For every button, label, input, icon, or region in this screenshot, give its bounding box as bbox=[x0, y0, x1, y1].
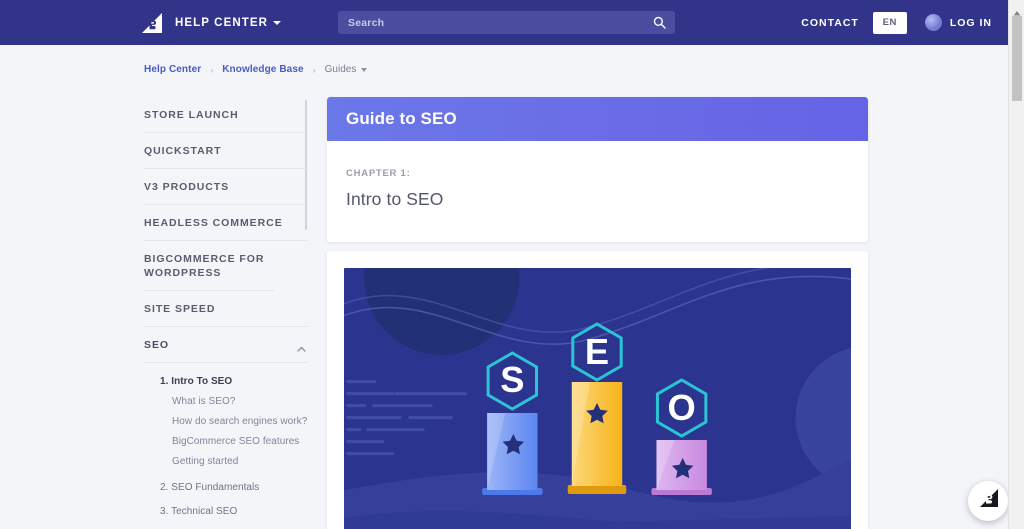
caret-down-icon[interactable] bbox=[273, 20, 282, 25]
sidebar-item-seo[interactable]: SEO bbox=[144, 327, 308, 363]
nav-right-group: CONTACT EN LOG IN bbox=[801, 0, 992, 45]
svg-text:O: O bbox=[668, 387, 696, 428]
page-scrollbar[interactable] bbox=[1008, 0, 1024, 529]
scrollbar-thumb[interactable] bbox=[1012, 16, 1022, 101]
user-avatar-icon[interactable] bbox=[924, 14, 942, 31]
sidebar-subitem-what-is-seo[interactable]: What is SEO? bbox=[144, 392, 308, 412]
sidebar-item-v3-products[interactable]: V3 PRODUCTS bbox=[144, 169, 308, 205]
sidebar-subitem-intro-to-seo[interactable]: 1. Intro To SEO bbox=[144, 372, 308, 392]
illustration-card: S E O bbox=[327, 251, 868, 529]
sidebar-subitem-technical-seo[interactable]: 3. Technical SEO bbox=[144, 498, 308, 517]
chapter-title: Intro to SEO bbox=[346, 189, 444, 209]
login-link[interactable]: LOG IN bbox=[950, 17, 992, 29]
caret-down-icon[interactable] bbox=[361, 67, 368, 72]
breadcrumb-item-knowledge-base[interactable]: Knowledge Base bbox=[222, 64, 303, 75]
sidebar-seo-subnav: 1. Intro To SEO What is SEO? How do sear… bbox=[144, 363, 308, 517]
brand-title: HELP CENTER bbox=[175, 16, 269, 29]
contact-link[interactable]: CONTACT bbox=[801, 17, 859, 29]
search-input[interactable]: Search bbox=[338, 11, 675, 34]
search-placeholder: Search bbox=[348, 16, 385, 29]
sidebar-navigation: STORE LAUNCH QUICKSTART V3 PRODUCTS HEAD… bbox=[144, 97, 308, 517]
breadcrumb-item-help-center[interactable]: Help Center bbox=[144, 64, 201, 75]
breadcrumb: Help Center › Knowledge Base › Guides bbox=[144, 64, 368, 75]
sidebar-item-store-launch[interactable]: STORE LAUNCH bbox=[144, 97, 308, 133]
chevron-up-icon[interactable] bbox=[297, 342, 306, 352]
svg-text:S: S bbox=[500, 359, 524, 400]
sidebar-item-seo-label: SEO bbox=[144, 339, 170, 351]
sidebar-item-quickstart[interactable]: QUICKSTART bbox=[144, 133, 308, 169]
chapter-label: CHAPTER 1: bbox=[346, 168, 411, 179]
bigcommerce-b-logo-icon bbox=[971, 481, 1005, 521]
page-title: Guide to SEO bbox=[346, 109, 457, 128]
svg-text:E: E bbox=[585, 331, 609, 372]
top-navigation-bar: HELP CENTER Search CONTACT EN LOG IN bbox=[0, 0, 1008, 45]
sidebar-subitem-seo-fundamentals[interactable]: 2. SEO Fundamentals bbox=[144, 472, 308, 498]
language-selector[interactable]: EN bbox=[872, 11, 907, 34]
search-icon[interactable] bbox=[653, 16, 666, 29]
sidebar-item-headless-commerce[interactable]: HEADLESS COMMERCE bbox=[144, 205, 308, 241]
sidebar-item-site-speed[interactable]: SITE SPEED bbox=[144, 291, 308, 327]
sidebar-subitem-getting-started[interactable]: Getting started bbox=[144, 452, 308, 472]
guide-title-bar: Guide to SEO bbox=[327, 97, 868, 141]
breadcrumb-item-guides[interactable]: Guides bbox=[325, 64, 357, 75]
brand-logo-link[interactable]: HELP CENTER bbox=[140, 12, 282, 34]
breadcrumb-separator: › bbox=[210, 64, 214, 75]
sidebar-item-bigcommerce-for-wordpress[interactable]: BIGCOMMERCE FOR WORDPRESS bbox=[144, 241, 274, 291]
scroll-up-arrow-icon[interactable] bbox=[1013, 3, 1021, 16]
bigcommerce-b-logo-icon bbox=[140, 12, 164, 34]
guide-title-card: Guide to SEO CHAPTER 1: Intro to SEO bbox=[327, 97, 868, 242]
sidebar-subitem-how-do-search-engines-work[interactable]: How do search engines work? bbox=[144, 412, 308, 432]
sidebar-subitem-bigcommerce-seo-features[interactable]: BigCommerce SEO features bbox=[144, 432, 308, 452]
help-widget-button[interactable] bbox=[968, 481, 1008, 521]
breadcrumb-separator: › bbox=[312, 64, 316, 75]
seo-podium-illustration: S E O bbox=[344, 268, 851, 529]
